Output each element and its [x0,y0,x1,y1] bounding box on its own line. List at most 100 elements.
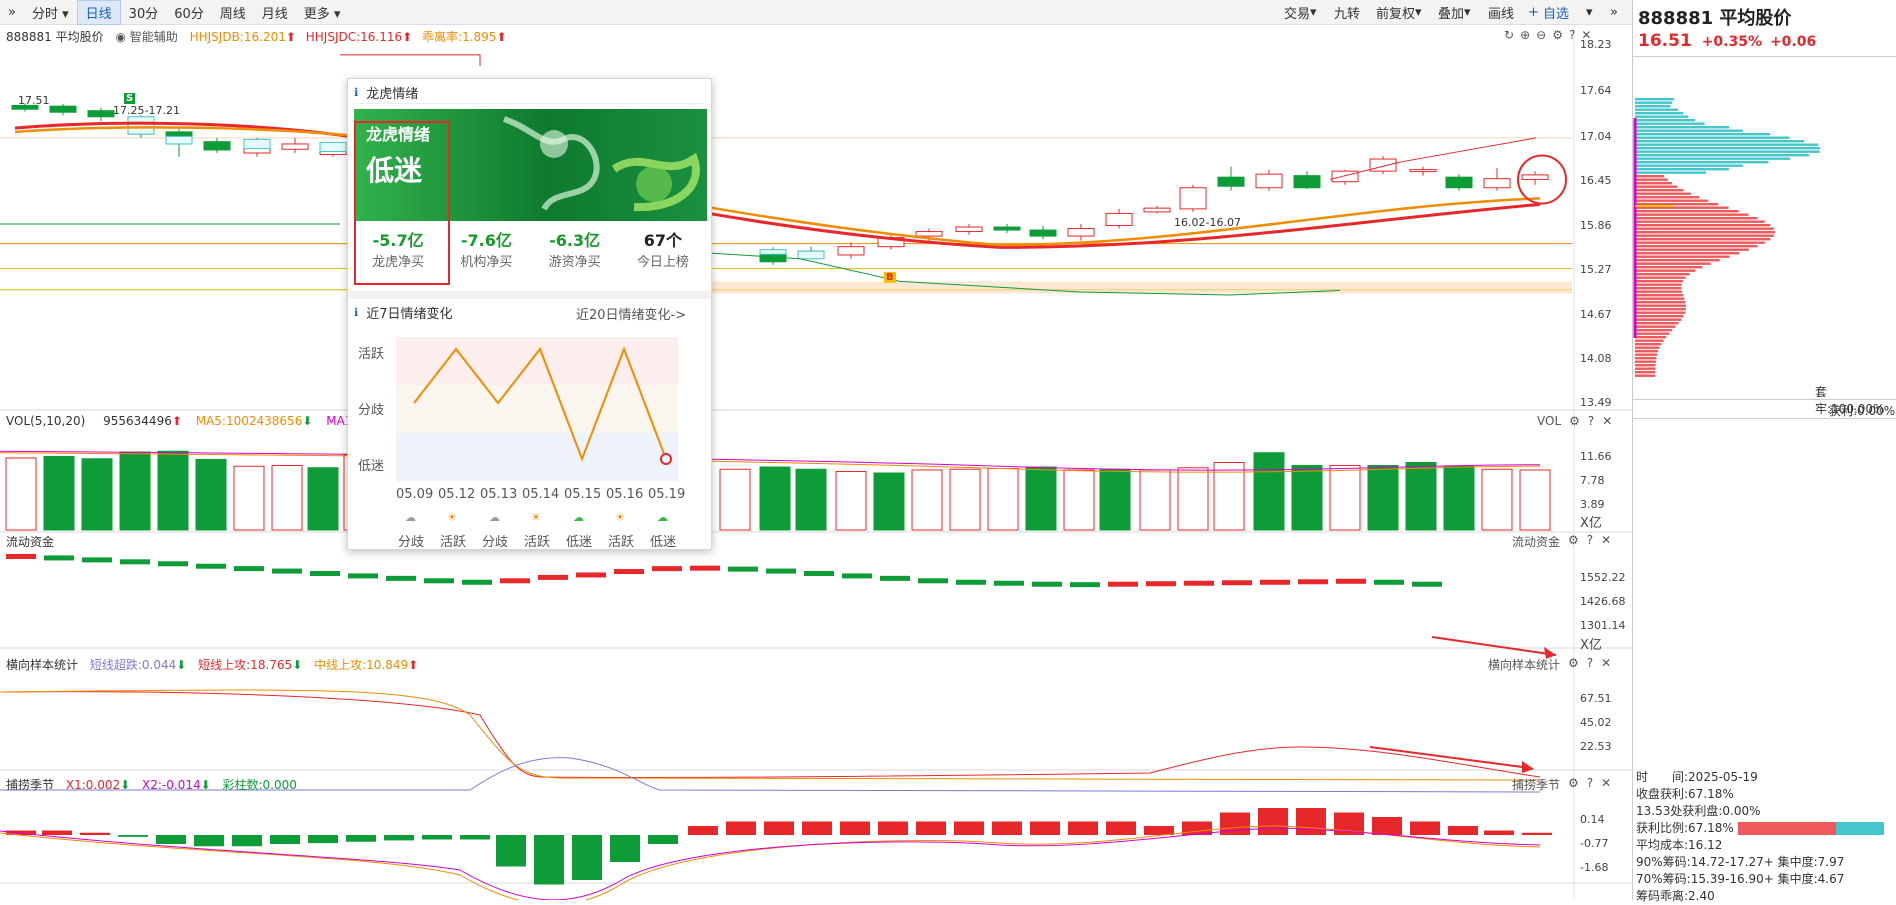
buy-signal-marker: B [884,272,896,283]
chip-bar [1635,294,1683,296]
chip-bar [1635,196,1699,198]
candle-up [916,232,942,237]
zoom-in-icon[interactable]: ⊕ [1520,28,1530,42]
candle-cyan [244,139,270,148]
candle-cyan [798,251,824,259]
price-axis-tick: 15.27 [1580,263,1612,276]
help-icon[interactable]: ? [1569,28,1575,42]
candle-up [1144,208,1170,212]
chip-bar [1635,322,1679,324]
short-attack-line [0,692,1540,778]
tab-monthly[interactable]: 月线 [254,1,296,24]
flow-bar-up [500,578,530,583]
stock-title: 888881 平均股价 [1638,4,1791,30]
chip-bar [1635,308,1686,310]
zoom-out-icon[interactable]: ⊖ [1536,28,1546,42]
expand-panel-icon[interactable]: » [1604,2,1624,23]
help-icon[interactable]: ? [1587,533,1593,550]
trend-date: 05.16 [606,487,643,502]
price-axis-tick: 17.64 [1580,84,1612,97]
season-bar-red [1068,822,1098,836]
chip-profit-ratio: 获利比例:67.18% [1636,820,1734,837]
hhjsjdb-value: HHJSJDB:16.201 [190,30,286,44]
stat-label: 今日上榜 [619,251,707,270]
season-x1-line [0,826,1540,900]
tab-daily[interactable]: 日线 [77,0,121,25]
chip-bar [1635,259,1720,261]
tab-30min[interactable]: 30分 [121,1,167,24]
stat-axis-tick: 67.51 [1580,692,1612,705]
chip-bar [1635,273,1690,275]
tab-weekly[interactable]: 周线 [212,1,254,24]
vol-bar-down [1368,466,1398,531]
tab-60min[interactable]: 60分 [166,1,212,24]
close-icon[interactable]: ✕ [1601,776,1611,793]
season-bar-green [422,835,452,840]
help-icon[interactable]: ? [1587,776,1593,793]
season-panel-header: 捕捞季节 X1:0.002⬇ X2:-0.014⬇ 彩柱数:0.000 [6,776,297,793]
watchlist-dropdown[interactable]: ▾ [1580,2,1599,23]
vol-bar-up [1330,466,1360,531]
candle-up [1410,170,1436,172]
trend-20day-link[interactable]: 近20日情绪变化-> [576,304,686,323]
candle-cyan [166,136,192,144]
chip-bar [1635,263,1711,265]
help-icon[interactable]: ? [1588,414,1594,428]
chip-bar [1635,179,1668,181]
stat-panel-header: 横向样本统计 短线超跌:0.044⬇ 短线上攻:18.765⬇ 中线上攻:10.… [6,656,418,673]
profit-ratio-bar [1738,822,1884,835]
trend-title: 近7日情绪变化 [366,303,452,322]
chip-bar [1635,266,1702,268]
deviation-value: 乖离率:1.895 [422,30,496,44]
season-x2: X2:-0.014 [142,778,201,792]
season-bar-red [1030,822,1060,836]
chip-profit-ratio-row: 获利比例:67.18% [1636,820,1884,837]
stat-value: 67个 [619,227,707,251]
vol-bar-down [1444,466,1474,530]
draw-line-button[interactable]: 画线 [1482,2,1520,23]
season-bar-red [878,822,908,836]
chart-area[interactable] [0,25,1632,900]
tab-minute[interactable]: 分时 ▾ [24,1,77,24]
stat-label: 机构净买 [442,251,530,270]
gear-icon[interactable]: ⚙ [1552,28,1563,42]
tab-more[interactable]: 更多 ▾ [296,1,349,24]
chip-bar [1635,336,1666,338]
smart-assist-toggle[interactable]: ◉ 智能辅助 [115,30,177,44]
gear-icon[interactable]: ⚙ [1569,414,1580,428]
adjust-menu[interactable]: 前复权 ▾ [1370,2,1428,23]
chip-bar [1635,333,1669,335]
flow-bar-up [1336,579,1366,584]
change-pct: +0.35% [1702,34,1762,50]
flow-bar-down [728,567,758,572]
season-bar-red [80,833,110,835]
gear-icon[interactable]: ⚙ [1568,656,1579,673]
chip-bar [1635,284,1682,286]
vol-panel-controls: VOL ⚙? ✕ [1537,414,1612,428]
refresh-icon[interactable]: ↻ [1504,28,1514,42]
chip-bar [1635,221,1765,223]
gear-icon[interactable]: ⚙ [1568,533,1579,550]
candle-down [50,106,76,112]
gear-icon[interactable]: ⚙ [1568,776,1579,793]
vol-bar-down [1406,463,1436,531]
price: 16.51 [1638,31,1692,51]
close-icon[interactable]: ✕ [1601,656,1611,673]
close-icon[interactable]: ✕ [1601,533,1611,550]
close-icon[interactable]: ✕ [1602,414,1612,428]
chip-bar [1635,270,1695,272]
profit-fill [1738,822,1836,835]
double-chevron-right-icon[interactable]: » [0,3,24,22]
price-axis-tick: 14.08 [1580,352,1612,365]
overlay-menu[interactable]: 叠加 ▾ [1432,2,1477,23]
nine-turn-button[interactable]: 九转 [1328,2,1366,23]
trade-menu[interactable]: 交易 ▾ [1278,2,1323,23]
help-icon[interactable]: ? [1587,656,1593,673]
season-bar-green [194,835,224,846]
stat-v2: 短线上攻:18.765 [198,658,292,672]
flow-bar-down [310,571,340,576]
chip-bar [1635,214,1748,216]
popup-header: ℹ 龙虎情绪 [354,82,704,104]
add-watchlist-button[interactable]: + 自选 [1522,2,1575,23]
sell-signal-marker: S [124,93,135,104]
